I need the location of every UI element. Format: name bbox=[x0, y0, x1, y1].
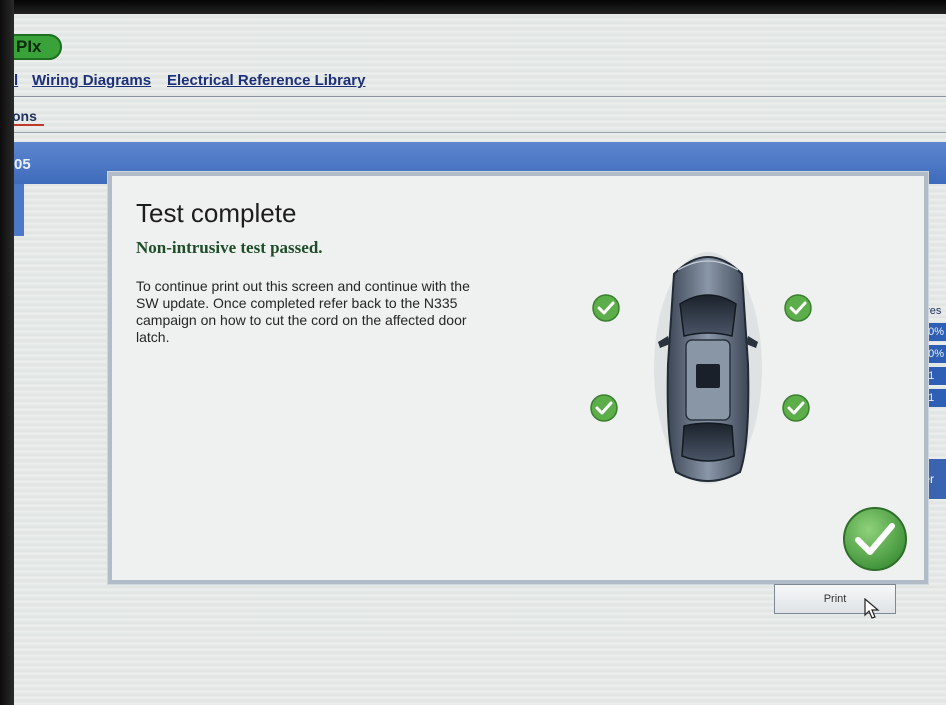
photo-frame-left bbox=[0, 0, 14, 705]
header-bar-text: 05 bbox=[14, 156, 31, 173]
app-logo[interactable]: PIx bbox=[14, 34, 62, 60]
nav-link-wiring-diagrams[interactable]: Wiring Diagrams bbox=[32, 72, 151, 89]
dialog-subtitle: Non-intrusive test passed. bbox=[136, 238, 323, 257]
nav-link-fragment[interactable]: l bbox=[14, 72, 18, 89]
nav-divider bbox=[14, 96, 946, 97]
left-selection-strip bbox=[14, 184, 24, 236]
subtab-label[interactable]: ons bbox=[14, 108, 37, 124]
dialog-title: Test complete bbox=[136, 198, 297, 228]
check-circle-icon bbox=[782, 394, 810, 422]
check-circle-icon bbox=[784, 294, 812, 322]
screen: PIx l Wiring Diagrams Electrical Referen… bbox=[14, 14, 946, 705]
car-top-view-icon bbox=[654, 252, 762, 484]
check-circle-icon bbox=[590, 394, 618, 422]
subtab-active-indicator bbox=[14, 124, 44, 126]
dialog-body-text: To continue print out this screen and co… bbox=[136, 278, 470, 345]
mouse-cursor-icon bbox=[864, 598, 880, 619]
subtab-divider bbox=[14, 132, 946, 133]
nav-link-electrical-reference-library[interactable]: Electrical Reference Library bbox=[167, 72, 365, 89]
test-complete-dialog: Test complete Non-intrusive test passed.… bbox=[108, 172, 928, 584]
top-nav: l Wiring Diagrams Electrical Reference L… bbox=[14, 72, 946, 98]
big-check-circle-icon bbox=[843, 507, 907, 571]
check-circle-icon bbox=[592, 294, 620, 322]
